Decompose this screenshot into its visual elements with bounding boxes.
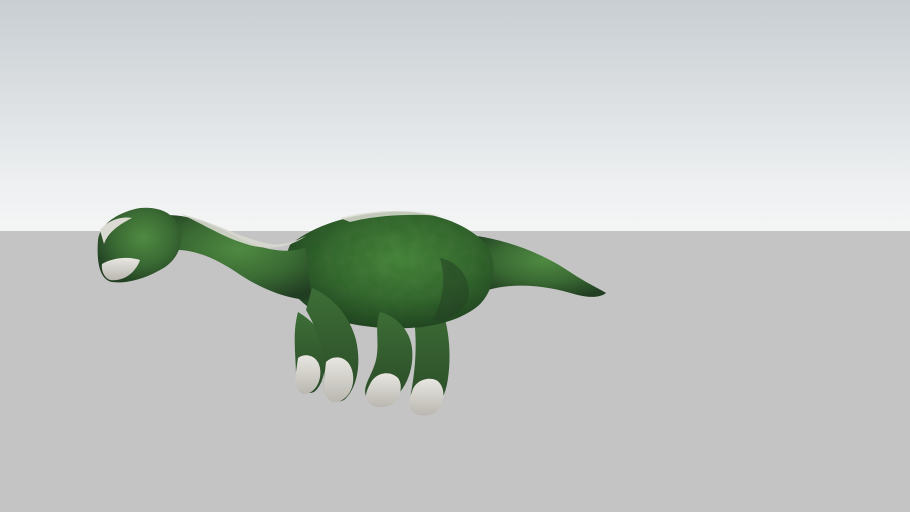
- 3d-viewport[interactable]: [0, 0, 910, 512]
- head: [97, 207, 182, 283]
- sauropod-model[interactable]: [0, 0, 910, 512]
